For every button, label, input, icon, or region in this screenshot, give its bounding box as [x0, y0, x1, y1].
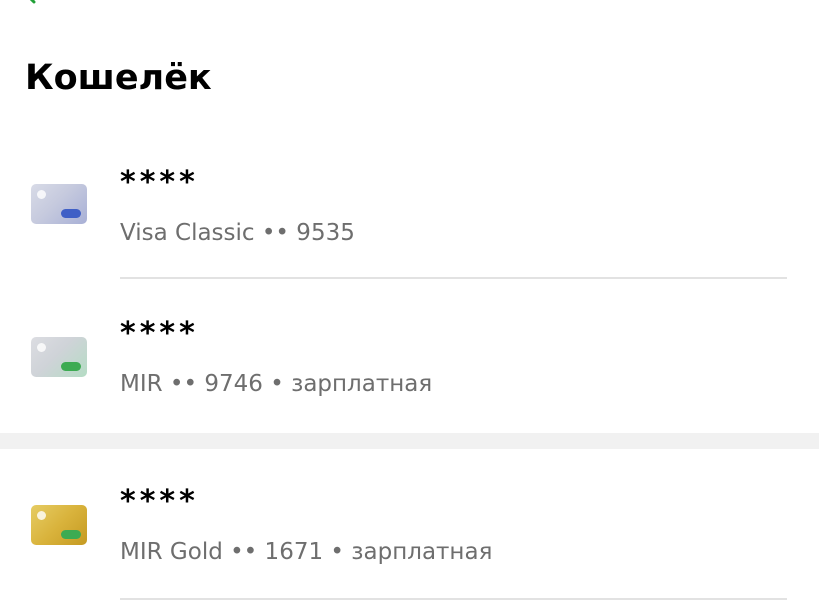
masked-balance: **** [120, 316, 199, 351]
card-icon-dot [37, 190, 46, 199]
card-icon-dot [37, 343, 46, 352]
card-subtitle: MIR •• 9746 • зарплатная [120, 371, 433, 397]
row-divider [120, 277, 787, 279]
card-icon [31, 337, 87, 377]
masked-balance: **** [120, 484, 199, 519]
card-list-item[interactable]: **** MIR •• 9746 • зарплатная [0, 297, 819, 447]
wallet-screen: Кошелёк **** Visa Classic •• 9535 **** M… [0, 0, 819, 613]
card-subtitle: MIR Gold •• 1671 • зарплатная [120, 539, 493, 565]
masked-balance: **** [120, 165, 199, 200]
card-list-item[interactable]: **** MIR Gold •• 1671 • зарплатная [0, 465, 819, 613]
card-icon [31, 505, 87, 545]
page-title: Кошелёк [25, 58, 212, 98]
card-icon [31, 184, 87, 224]
card-icon-stripe [61, 209, 81, 218]
card-icon-stripe [61, 530, 81, 539]
chevron-left-icon[interactable] [20, 0, 40, 4]
card-icon-dot [37, 511, 46, 520]
row-divider [120, 598, 787, 600]
card-icon-stripe [61, 362, 81, 371]
card-subtitle: Visa Classic •• 9535 [120, 220, 355, 246]
section-separator [0, 433, 819, 449]
card-list-item[interactable]: **** Visa Classic •• 9535 [0, 146, 819, 296]
top-navigation-bar [0, 0, 819, 14]
